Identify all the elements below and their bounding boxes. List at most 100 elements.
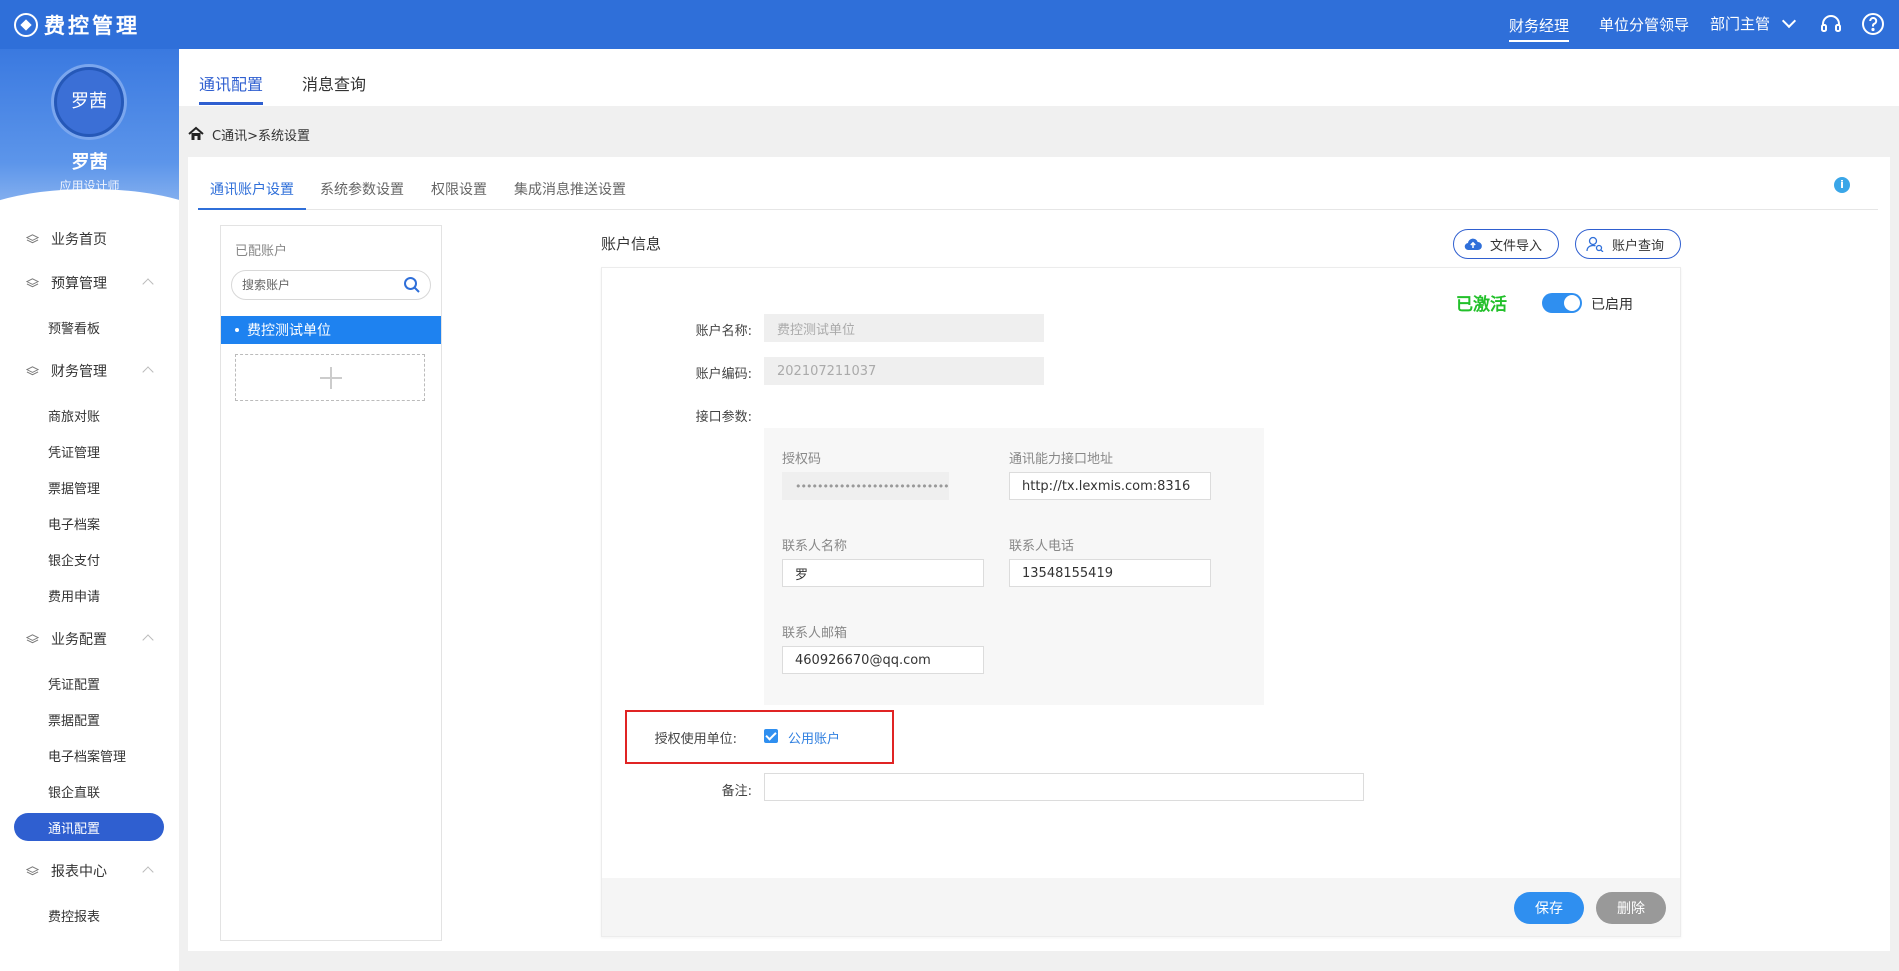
sidebar-item-bank-direct[interactable]: 银企直联	[14, 777, 164, 805]
sidebar: 罗茜 罗茜 应用设计师 业务首页 预算管理 预警看板 财务管理 商旅对账 凭证管…	[0, 49, 179, 971]
user-role: 应用设计师	[59, 179, 120, 193]
sidebar-item-expense-apply[interactable]: 费用申请	[14, 581, 164, 609]
layers-icon	[26, 866, 39, 876]
role-tab-finance-manager[interactable]: 财务经理	[1508, 0, 1569, 42]
sidebar-item-voucher-mgmt[interactable]: 凭证管理	[14, 437, 164, 465]
account-search-input[interactable]	[231, 270, 431, 300]
chevron-up-icon	[142, 866, 154, 878]
headset-icon[interactable]	[1819, 12, 1843, 36]
tab-push-settings[interactable]: 集成消息推送设置	[514, 179, 626, 199]
role-tab-unit-leader[interactable]: 单位分管领导	[1599, 0, 1689, 49]
sidebar-item-e-archive-mgmt[interactable]: 电子档案管理	[14, 741, 164, 769]
sidebar-item-label: 费控报表	[48, 909, 101, 925]
account-list: 已配账户 费控测试单位	[220, 225, 442, 941]
search-icon[interactable]	[403, 276, 421, 294]
account-code-field	[764, 357, 1044, 385]
contact-name-label: 联系人名称	[782, 539, 848, 554]
chevron-up-icon	[142, 278, 154, 290]
account-list-title: 已配账户	[235, 244, 288, 259]
cloud-upload-icon	[1464, 238, 1482, 251]
status-badge: 已激活	[1456, 295, 1507, 315]
account-list-item-label: 费控测试单位	[247, 323, 331, 339]
tab-message-query[interactable]: 消息查询	[302, 71, 366, 95]
sidebar-item-finance[interactable]: 财务管理	[14, 357, 164, 385]
sidebar-item-label: 凭证配置	[48, 677, 101, 693]
api-url-label: 通讯能力接口地址	[1009, 452, 1114, 467]
sidebar-item-label: 预警看板	[48, 321, 101, 337]
tab-account-settings[interactable]: 通讯账户设置	[198, 179, 306, 210]
plus-icon	[320, 367, 342, 389]
form-footer: 保存 删除	[602, 878, 1680, 936]
account-query-button[interactable]: 账户查询	[1575, 229, 1681, 259]
breadcrumb: C通讯>系统设置	[188, 122, 310, 146]
file-import-button[interactable]: 文件导入	[1453, 229, 1559, 259]
info-icon[interactable]: i	[1834, 177, 1850, 193]
sidebar-item-bank-payment[interactable]: 银企支付	[14, 545, 164, 573]
app-title: 费控管理	[44, 13, 140, 38]
sidebar-item-expense-report[interactable]: 费控报表	[14, 901, 164, 929]
sidebar-item-invoice-config[interactable]: 票据配置	[14, 705, 164, 733]
user-name: 罗茜	[71, 152, 108, 173]
interface-params-box: 授权码 通讯能力接口地址 联系人名称 联系人电话 联系人邮箱	[764, 428, 1264, 705]
auth-code-field	[782, 472, 949, 500]
chevron-up-icon	[142, 634, 154, 646]
account-info-title: 账户信息	[601, 235, 662, 253]
app-logo[interactable]: 费控管理	[14, 11, 140, 38]
contact-phone-label: 联系人电话	[1009, 539, 1075, 554]
contact-email-field[interactable]	[782, 646, 984, 674]
enabled-toggle-label: 已启用	[1591, 297, 1633, 313]
sidebar-item-voucher-config[interactable]: 凭证配置	[14, 669, 164, 697]
account-form: 已激活 已启用 账户名称: 账户编码: 接口参数: 授权码 通讯能力接口地址 联…	[601, 267, 1681, 937]
sidebar-item-invoice-mgmt[interactable]: 票据管理	[14, 473, 164, 501]
layers-icon	[26, 278, 39, 288]
role-dropdown[interactable]: 部门主管	[1709, 0, 1797, 49]
account-list-item[interactable]: 费控测试单位	[221, 316, 441, 344]
home-icon[interactable]	[188, 126, 204, 142]
breadcrumb-text[interactable]: C通讯>系统设置	[212, 125, 310, 144]
sidebar-item-label: 财务管理	[51, 364, 107, 380]
sidebar-item-comm-config[interactable]: 通讯配置	[14, 813, 164, 841]
sidebar-item-label: 商旅对账	[48, 409, 101, 425]
contact-phone-field[interactable]	[1009, 559, 1211, 587]
sidebar-item-alert-board[interactable]: 预警看板	[14, 313, 164, 341]
sidebar-item-home[interactable]: 业务首页	[14, 225, 164, 253]
account-name-label: 账户名称:	[695, 324, 752, 339]
sidebar-item-label: 凭证管理	[48, 445, 101, 461]
sidebar-item-travel-reconcile[interactable]: 商旅对账	[14, 401, 164, 429]
delete-button[interactable]: 删除	[1596, 892, 1666, 924]
sidebar-item-biz-config[interactable]: 业务配置	[14, 625, 164, 653]
sidebar-item-reports[interactable]: 报表中心	[14, 857, 164, 885]
public-account-checkbox[interactable]	[764, 729, 778, 743]
sidebar-item-label: 票据管理	[48, 481, 101, 497]
tab-system-params[interactable]: 系统参数设置	[320, 179, 404, 199]
help-icon[interactable]	[1861, 12, 1885, 36]
chevron-down-icon	[1781, 13, 1797, 28]
top-bar: 费控管理 财务经理 单位分管领导 部门主管	[0, 0, 1899, 49]
role-dropdown-label: 部门主管	[1709, 15, 1770, 33]
tab-comm-config[interactable]: 通讯配置	[199, 71, 264, 105]
sidebar-item-e-archive[interactable]: 电子档案	[14, 509, 164, 537]
sidebar-item-budget[interactable]: 预算管理	[14, 269, 164, 297]
auth-code-label: 授权码	[782, 452, 822, 467]
contact-name-field[interactable]	[782, 559, 984, 587]
tab-permissions[interactable]: 权限设置	[431, 179, 487, 199]
contact-email-label: 联系人邮箱	[782, 626, 848, 641]
sidebar-item-label: 预算管理	[51, 276, 107, 292]
logo-icon	[14, 12, 38, 37]
remark-field[interactable]	[764, 773, 1364, 801]
layers-icon	[26, 234, 39, 244]
public-account-label[interactable]: 公用账户	[788, 728, 840, 747]
api-url-field[interactable]	[1009, 472, 1211, 500]
avatar[interactable]: 罗茜	[54, 67, 124, 137]
sidebar-item-label: 电子档案管理	[48, 749, 127, 765]
user-search-icon	[1586, 236, 1604, 252]
sidebar-item-label: 银企支付	[48, 553, 101, 569]
user-profile: 罗茜 罗茜 应用设计师	[0, 49, 179, 211]
account-query-label: 账户查询	[1612, 238, 1665, 254]
add-account-button[interactable]	[235, 354, 425, 401]
remark-label: 备注:	[721, 784, 752, 799]
main-tabs: 通讯配置 消息查询	[179, 49, 1899, 106]
save-button[interactable]: 保存	[1514, 892, 1584, 924]
sub-tabs: 通讯账户设置 系统参数设置 权限设置 集成消息推送设置 i	[198, 157, 1878, 210]
enabled-toggle[interactable]	[1542, 293, 1582, 313]
